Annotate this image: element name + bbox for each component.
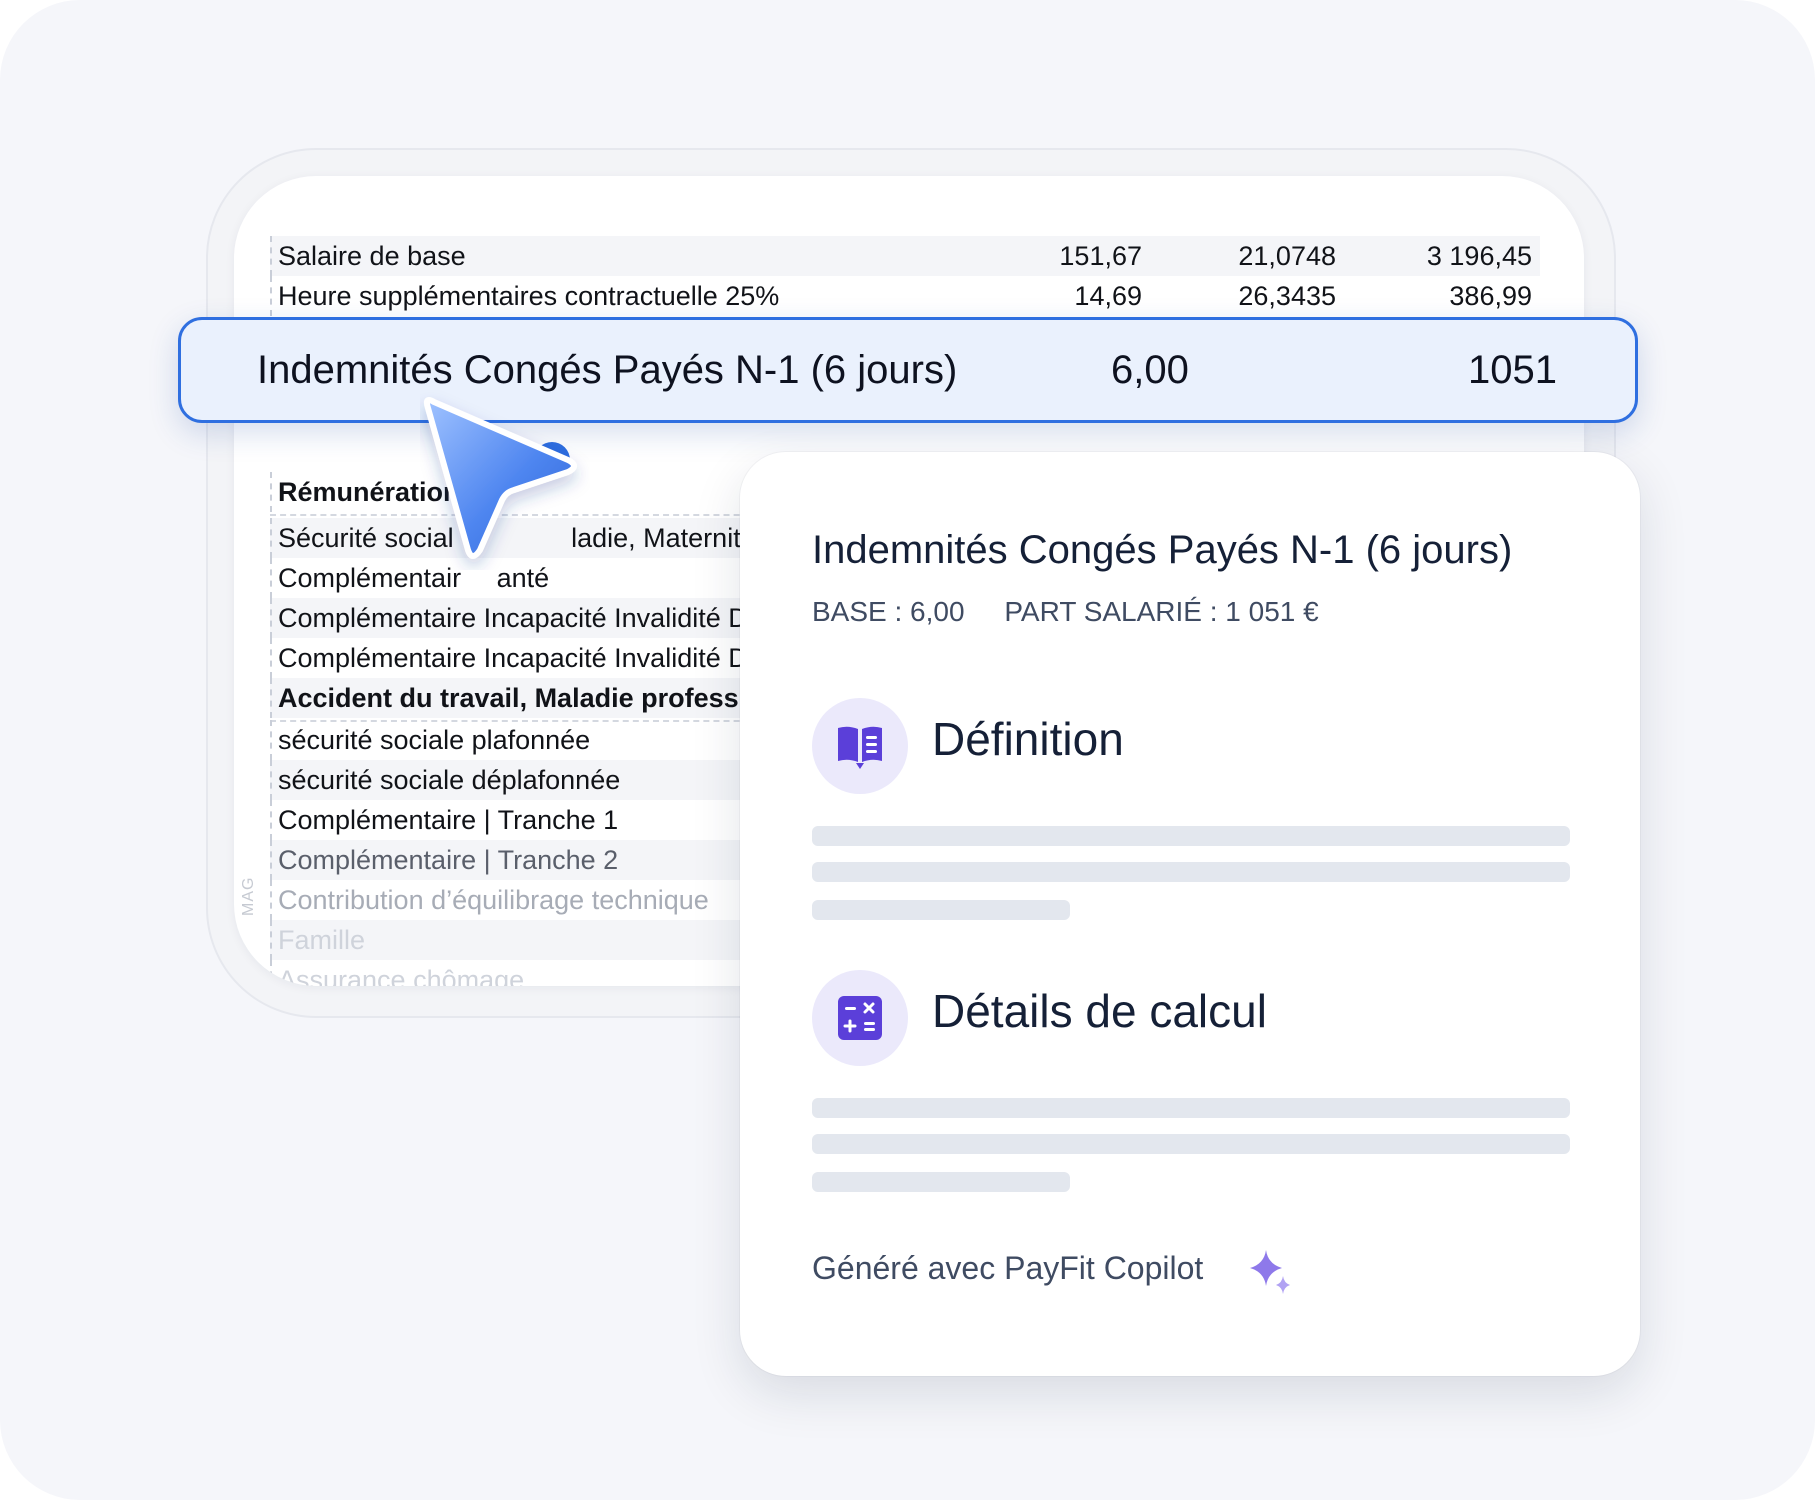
skeleton-line	[812, 862, 1570, 882]
pointer-cursor-icon	[420, 390, 590, 570]
highlighted-row-amount: 1051	[1468, 348, 1557, 392]
skeleton-line	[812, 826, 1570, 846]
table-row[interactable]: Heure supplémentaires contractuelle 25% …	[270, 276, 1540, 316]
skeleton-line	[812, 1098, 1570, 1118]
row-rate: 21,0748	[1238, 241, 1336, 271]
detail-card-meta: BASE : 6,00 PART SALARIÉ : 1 051 €	[812, 596, 1319, 628]
row-base: 151,67	[1059, 241, 1142, 271]
skeleton-line	[812, 1172, 1070, 1192]
highlighted-row-base: 6,00	[1111, 348, 1189, 392]
highlighted-row-label: Indemnités Congés Payés N-1 (6 jours)	[257, 348, 958, 392]
row-label: Accident du travail, Maladie professio	[278, 683, 763, 713]
row-label: Assurance chômage	[278, 965, 525, 986]
row-rate: 26,3435	[1238, 281, 1336, 311]
side-label: MAG	[240, 876, 257, 916]
employee-share-value: PART SALARIÉ : 1 051 €	[1004, 596, 1319, 627]
row-label: Heure supplémentaires contractuelle 25%	[278, 281, 780, 311]
row-label: Salaire de base	[278, 241, 466, 271]
row-base: 14,69	[1074, 281, 1142, 311]
row-label: sécurité sociale plafonnée	[278, 725, 591, 755]
detail-card: Indemnités Congés Payés N-1 (6 jours) BA…	[740, 452, 1640, 1376]
generated-by-label: Généré avec PayFit Copilot	[812, 1250, 1204, 1286]
highlighted-row[interactable]: Indemnités Congés Payés N-1 (6 jours) 6,…	[178, 317, 1638, 423]
detail-card-title: Indemnités Congés Payés N-1 (6 jours)	[812, 528, 1513, 572]
row-label: Complémentaire Incapacité Invalidité De	[278, 603, 763, 633]
skeleton-line	[812, 1134, 1570, 1154]
sparkle-icon	[1246, 1248, 1294, 1301]
row-label: Complémentaire | Tranche 2	[278, 845, 619, 875]
row-amount: 3 196,45	[1426, 241, 1532, 271]
skeleton-line	[812, 900, 1070, 920]
row-label: Complémentaire | Tranche 1	[278, 805, 619, 835]
book-icon	[812, 698, 908, 794]
table-row[interactable]: Salaire de base 151,67 21,0748 3 196,45	[270, 236, 1540, 276]
row-amount: 386,99	[1449, 281, 1532, 311]
section-title-calculation: Détails de calcul	[932, 985, 1267, 1037]
section-title-definition: Définition	[932, 713, 1124, 765]
calculator-icon	[812, 970, 908, 1066]
canvas: Salaire de base 151,67 21,0748 3 196,45 …	[0, 0, 1815, 1500]
row-label: Contribution d’équilibrage technique	[278, 885, 709, 915]
base-value: BASE : 6,00	[812, 596, 965, 627]
row-label: sécurité sociale déplafonnée	[278, 765, 621, 795]
row-label: Complémentaire Incapacité Invalidité De	[278, 643, 763, 673]
row-label: Famille	[278, 925, 366, 955]
